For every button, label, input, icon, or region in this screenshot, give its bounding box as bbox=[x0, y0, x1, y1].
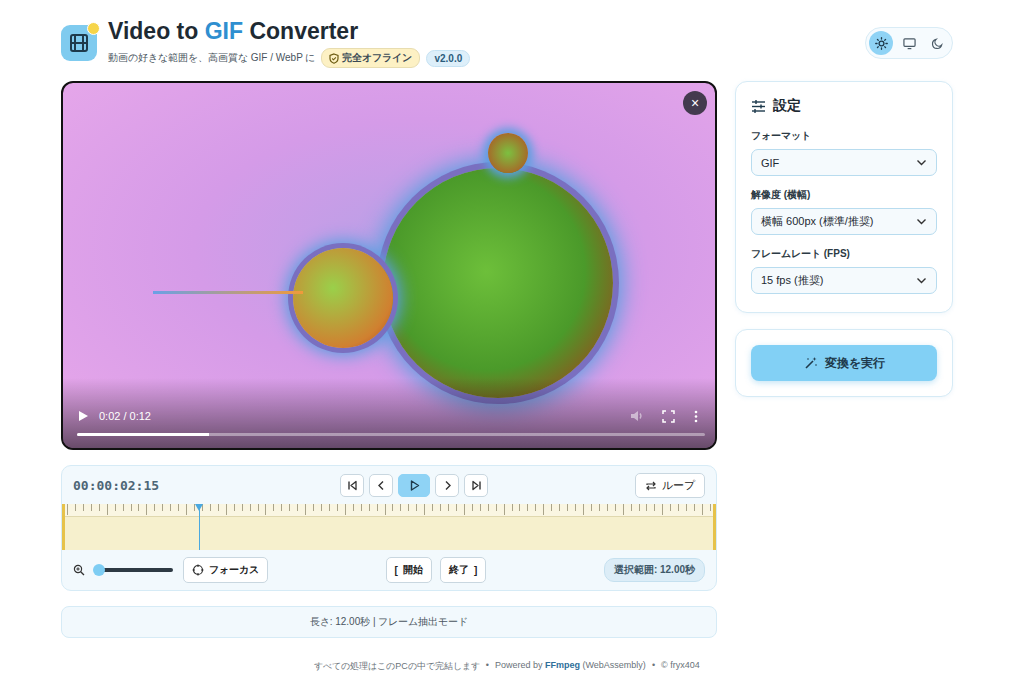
header: Video to GIF Converter 動画の好きな範囲を、高画質な GIF… bbox=[61, 18, 953, 68]
moon-icon bbox=[931, 37, 944, 50]
main: ×0:02 / 0:12 00:00:02:15 ループ フォーカス [ 開始終了 … bbox=[61, 81, 953, 638]
setting-field: フォーマット GIF bbox=[751, 129, 937, 176]
chevron-down-icon bbox=[916, 157, 927, 168]
video-time: 0:02 / 0:12 bbox=[99, 410, 151, 422]
footer: すべての処理はこのPCの中で完結します•Powered by FFmpeg (W… bbox=[61, 660, 953, 673]
logo bbox=[61, 25, 97, 61]
transport-button[interactable] bbox=[340, 474, 364, 497]
select[interactable]: 15 fps (推奨) bbox=[751, 267, 937, 294]
ruler-ticks bbox=[65, 504, 713, 517]
theme-button[interactable] bbox=[869, 31, 893, 55]
monitor-icon bbox=[903, 37, 916, 50]
video-progress-fill bbox=[77, 433, 209, 436]
video-player[interactable]: ×0:02 / 0:12 bbox=[61, 81, 717, 450]
app-title: Video to GIF Converter bbox=[108, 18, 470, 44]
shield-icon bbox=[329, 53, 339, 64]
set-end-button[interactable]: 終了 ] bbox=[440, 557, 486, 583]
zoom-slider[interactable] bbox=[95, 568, 173, 572]
timeline-panel: 00:00:02:15 ループ フォーカス [ 開始終了 ] 選択範囲: 12.00… bbox=[61, 465, 717, 591]
subtitle: 動画の好きな範囲を、高画質な GIF / WebP に bbox=[108, 51, 315, 65]
play-icon bbox=[409, 480, 420, 491]
timeline-toolbar: 00:00:02:15 ループ bbox=[62, 466, 716, 504]
select[interactable]: 横幅 600px (標準/推奨) bbox=[751, 208, 937, 235]
skip-end-icon bbox=[471, 480, 482, 491]
chevron-right-icon bbox=[442, 480, 453, 491]
page: Video to GIF Converter 動画の好きな範囲を、高画質な GIF… bbox=[61, 0, 953, 683]
skip-start-icon bbox=[347, 480, 358, 491]
convert-card: 変換を実行 bbox=[735, 329, 953, 397]
repeat-icon bbox=[645, 480, 657, 492]
transport-button[interactable] bbox=[398, 474, 430, 497]
control-row: 0:02 / 0:12 bbox=[77, 409, 705, 423]
theme-button[interactable] bbox=[925, 31, 949, 55]
chevron-down-icon bbox=[916, 216, 927, 227]
zoom-knob[interactable] bbox=[93, 564, 105, 576]
film-icon bbox=[69, 33, 89, 53]
volume-icon[interactable] bbox=[630, 409, 644, 423]
sliders-icon bbox=[751, 99, 766, 114]
crosshair-icon bbox=[192, 564, 204, 576]
transport bbox=[340, 474, 488, 497]
field-label: フォーマット bbox=[751, 129, 937, 143]
zoom-icon bbox=[73, 564, 85, 576]
transport-button[interactable] bbox=[464, 474, 488, 497]
fullscreen-icon[interactable] bbox=[662, 410, 675, 423]
editor: ×0:02 / 0:12 00:00:02:15 ループ フォーカス [ 開始終了 … bbox=[61, 81, 717, 638]
timeline-track[interactable] bbox=[62, 504, 716, 550]
timecode: 00:00:02:15 bbox=[73, 478, 193, 493]
logo-dot bbox=[87, 22, 100, 35]
playhead[interactable] bbox=[199, 504, 200, 550]
subtitle-row: 動画の好きな範囲を、高画質な GIF / WebP に 完全オフライン v2.0… bbox=[108, 48, 470, 68]
convert-button[interactable]: 変換を実行 bbox=[751, 345, 937, 381]
theme-button[interactable] bbox=[897, 31, 921, 55]
badge: v2.0.0 bbox=[426, 50, 470, 67]
play-icon[interactable] bbox=[77, 410, 89, 422]
transport-button[interactable] bbox=[369, 474, 393, 497]
chevron-left-icon bbox=[376, 480, 387, 491]
timeline-footer: フォーカス [ 開始終了 ] 選択範囲: 12.00秒 bbox=[62, 550, 716, 590]
brand: Video to GIF Converter 動画の好きな範囲を、高画質な GIF… bbox=[61, 18, 470, 68]
frame-shape bbox=[153, 291, 303, 294]
settings-card: 設定フォーマット GIF 解像度 (横幅) 横幅 600px (標準/推奨) フレームレ… bbox=[735, 81, 953, 313]
more-icon[interactable] bbox=[693, 410, 699, 423]
select[interactable]: GIF bbox=[751, 149, 937, 176]
chevron-down-icon bbox=[916, 275, 927, 286]
wand-icon bbox=[804, 356, 818, 370]
set-start-button[interactable]: [ 開始 bbox=[386, 557, 432, 583]
video-controls: 0:02 / 0:12 bbox=[63, 378, 715, 448]
theme-toggle bbox=[865, 27, 953, 59]
transport-button[interactable] bbox=[435, 474, 459, 497]
frame-shape bbox=[488, 133, 528, 173]
loop-button[interactable]: ループ bbox=[635, 473, 705, 498]
sidebar: 設定フォーマット GIF 解像度 (横幅) 横幅 600px (標準/推奨) フレームレ… bbox=[735, 81, 953, 397]
field-label: 解像度 (横幅) bbox=[751, 188, 937, 202]
frame-shape bbox=[293, 248, 393, 348]
setting-field: 解像度 (横幅) 横幅 600px (標準/推奨) bbox=[751, 188, 937, 235]
info-bar: 長さ: 12.00秒 | フレーム抽出モード bbox=[61, 606, 717, 638]
focus-button[interactable]: フォーカス bbox=[183, 557, 268, 583]
frame-shape bbox=[383, 168, 613, 398]
brand-text: Video to GIF Converter 動画の好きな範囲を、高画質な GIF… bbox=[108, 18, 470, 68]
settings-title: 設定 bbox=[751, 97, 937, 115]
sun-icon bbox=[875, 37, 888, 50]
field-label: フレームレート (FPS) bbox=[751, 247, 937, 261]
selection-length: 選択範囲: 12.00秒 bbox=[604, 558, 705, 582]
setting-field: フレームレート (FPS) 15 fps (推奨) bbox=[751, 247, 937, 294]
badge: 完全オフライン bbox=[321, 48, 420, 68]
video-progress[interactable] bbox=[77, 433, 705, 436]
